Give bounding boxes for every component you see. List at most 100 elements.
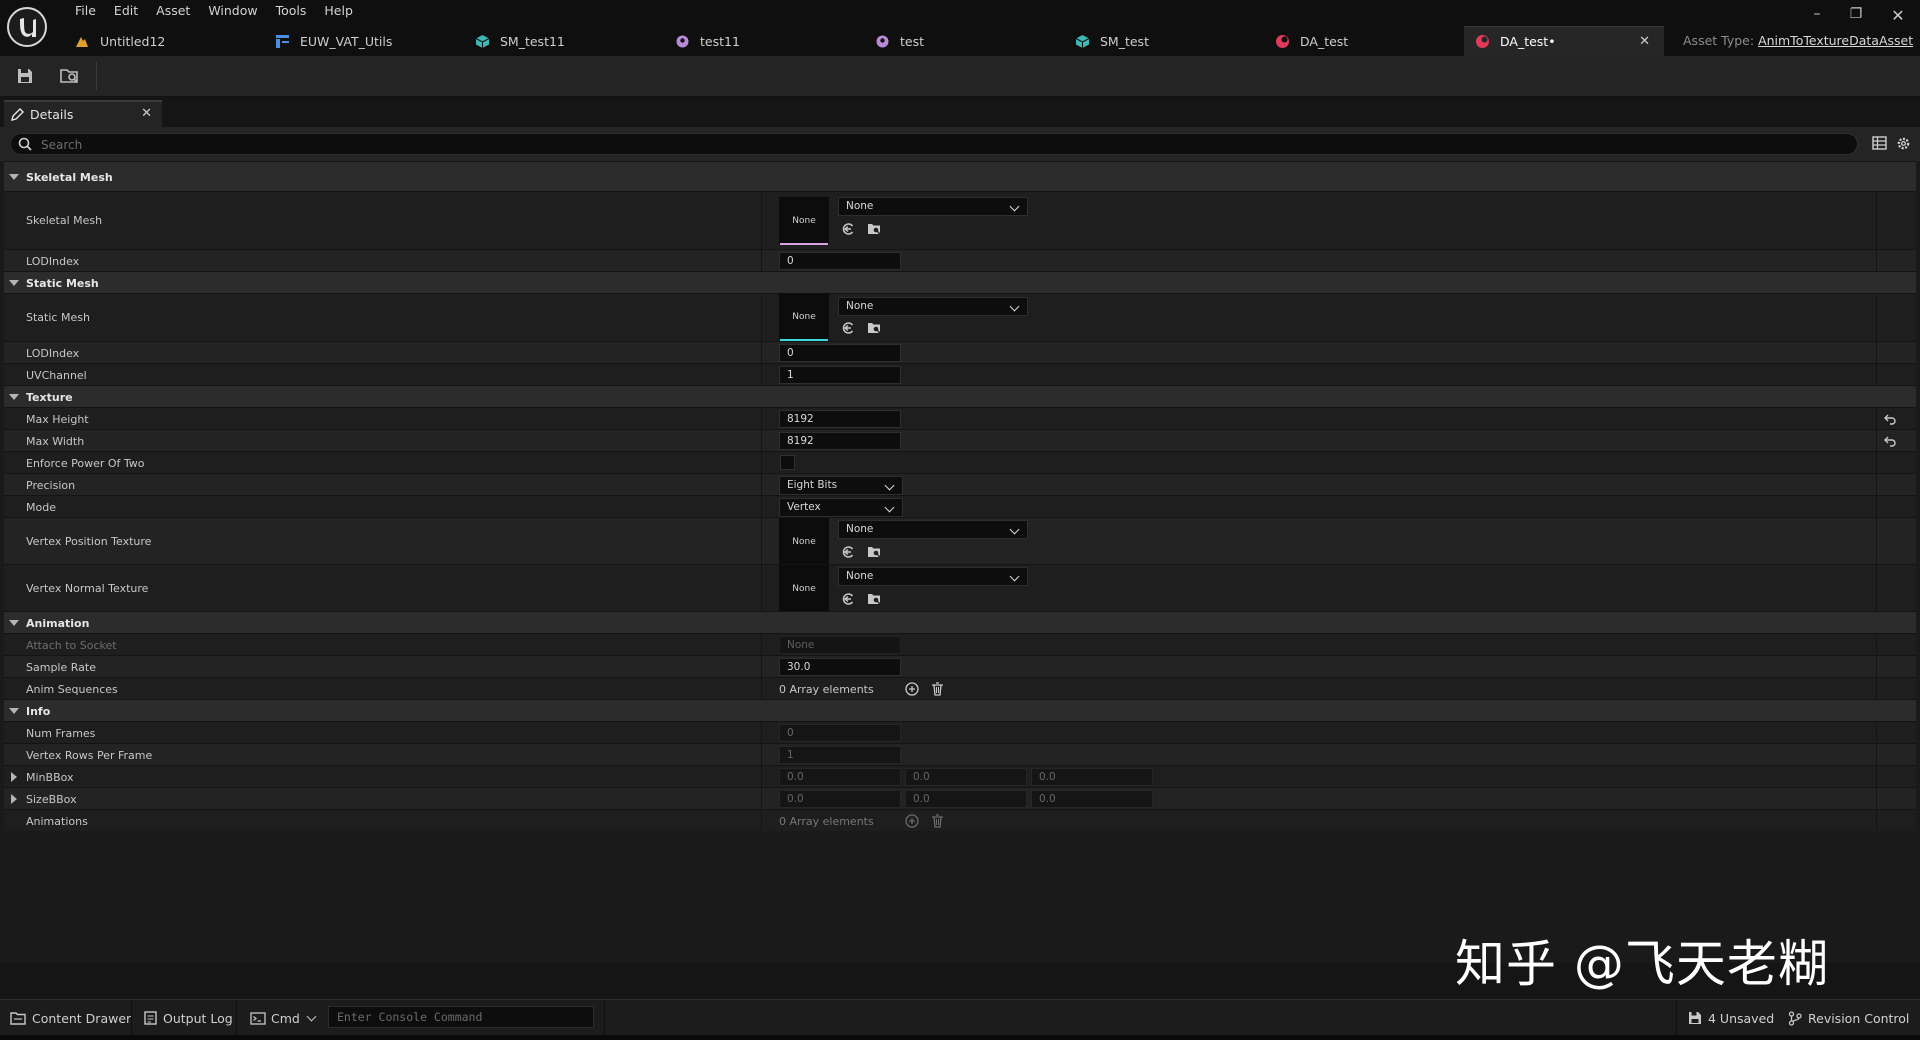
prop-label: Max Height [26,413,89,426]
category-static-mesh[interactable]: Static Mesh [4,271,1916,293]
collapse-arrow-icon[interactable] [9,174,19,180]
status-divider [1676,1000,1677,1036]
prop-row-skeletal-mesh: Skeletal Mesh None None [4,191,1916,249]
use-selected-icon[interactable] [840,591,856,607]
prop-label: Attach to Socket [26,639,117,652]
column-divider [1876,810,1877,831]
tab-euw-vat-utils[interactable]: EUW_VAT_Utils [264,26,464,56]
precision-value: Eight Bits [787,479,838,491]
title-bar: File Edit Asset Window Tools Help Untitl… [0,0,1920,56]
menu-help[interactable]: Help [315,0,362,24]
asset-picker-value: None [846,570,874,582]
reset-to-default-icon[interactable] [1884,413,1897,428]
tab-da-test[interactable]: DA_test [1264,26,1464,56]
asset-picker-combo[interactable]: None [838,520,1028,539]
prop-row-max-width: Max Width 8192 [4,429,1916,451]
lod-index-field[interactable]: 0 [779,344,901,362]
precision-dropdown[interactable]: Eight Bits [779,476,903,495]
lod-index-field[interactable]: 0 [779,252,901,270]
uv-channel-field[interactable]: 1 [779,366,901,384]
tab-test11[interactable]: test11 [664,26,864,56]
close-window-icon[interactable]: ✕ [1887,6,1909,26]
unsaved-label: 4 Unsaved [1708,1010,1775,1026]
asset-picker-combo[interactable]: None [838,197,1028,216]
details-tab[interactable]: Details ✕ [4,100,162,127]
prop-row-num-frames: Num Frames 0 [4,721,1916,743]
menu-asset[interactable]: Asset [147,0,199,24]
output-log-button[interactable]: Output Log [144,1000,233,1036]
asset-thumbnail[interactable]: None [779,293,829,341]
menu-tools[interactable]: Tools [267,0,316,24]
category-animation[interactable]: Animation [4,611,1916,633]
unreal-logo-icon[interactable] [6,6,48,48]
collapse-arrow-icon[interactable] [9,708,19,714]
tab-da-test-active[interactable]: DA_test• ✕ [1464,26,1664,56]
search-input[interactable] [39,136,1843,154]
menu-window[interactable]: Window [199,0,266,24]
expand-arrow-icon[interactable] [11,794,17,804]
category-skeletal-mesh[interactable]: Skeletal Mesh [4,161,1916,191]
tab-test[interactable]: test [864,26,1064,56]
collapse-arrow-icon[interactable] [9,280,19,286]
asset-picker-combo[interactable]: None [838,297,1028,316]
asset-picker-combo[interactable]: None [838,567,1028,586]
collapse-arrow-icon[interactable] [9,620,19,626]
collapse-arrow-icon[interactable] [9,394,19,400]
settings-gear-icon[interactable] [1896,136,1911,154]
details-pencil-icon [10,107,24,122]
asset-thumbnail[interactable]: None [779,565,829,613]
browse-asset-icon[interactable] [866,221,882,237]
unsaved-button[interactable]: 4 Unsaved [1688,1000,1774,1036]
asset-thumbnail[interactable]: None [779,518,829,566]
property-matrix-icon[interactable] [1872,136,1887,153]
category-info[interactable]: Info [4,699,1916,721]
prop-label: Sample Rate [26,661,96,674]
asset-type-link[interactable]: AnimToTextureDataAsset [1758,33,1913,48]
column-divider [761,678,762,699]
column-divider [761,656,762,677]
column-divider [1876,342,1877,363]
reset-to-default-icon[interactable] [1884,435,1897,450]
minimize-icon[interactable]: – [1806,6,1828,26]
revision-control-icon [1788,1010,1802,1026]
use-selected-icon[interactable] [840,221,856,237]
sample-rate-field[interactable]: 30.0 [779,658,901,676]
prop-label: Num Frames [26,727,96,740]
menu-file[interactable]: File [66,0,105,24]
save-icon[interactable] [13,65,37,87]
mode-dropdown[interactable]: Vertex [779,498,903,517]
tab-untitled12[interactable]: Untitled12 [64,26,264,56]
max-width-field[interactable]: 8192 [779,432,901,450]
close-details-icon[interactable]: ✕ [141,106,152,121]
browse-asset-icon[interactable] [866,591,882,607]
trash-icon[interactable] [929,681,945,697]
revision-control-button[interactable]: Revision Control [1788,1000,1909,1036]
max-height-field[interactable]: 8192 [779,410,901,428]
column-divider [761,788,762,809]
asset-type-color-bar [780,243,828,245]
column-divider [761,634,762,655]
enforce-power-of-two-checkbox[interactable] [780,455,795,470]
tab-sm-test[interactable]: SM_test [1064,26,1264,56]
browse-asset-icon[interactable] [866,544,882,560]
search-box [10,133,1858,155]
content-drawer-button[interactable]: Content Drawer [10,1000,131,1036]
expand-arrow-icon[interactable] [11,772,17,782]
restore-icon[interactable]: ❐ [1845,6,1867,26]
tab-sm-test11[interactable]: SM_test11 [464,26,664,56]
use-selected-icon[interactable] [840,544,856,560]
menu-edit[interactable]: Edit [105,0,147,24]
use-selected-icon[interactable] [840,320,856,336]
chevron-down-icon [1009,571,1020,582]
console-command-input[interactable] [328,1006,594,1028]
add-element-icon[interactable] [904,681,920,697]
asset-thumbnail[interactable]: None [779,197,829,245]
tab-label: SM_test11 [500,33,565,49]
prop-label: UVChannel [26,369,87,382]
cmd-dropdown[interactable]: Cmd [250,1000,317,1036]
browse-asset-icon[interactable] [866,320,882,336]
close-tab-icon[interactable]: ✕ [1639,34,1650,49]
prop-label: MinBBox [26,771,74,784]
category-texture[interactable]: Texture [4,385,1916,407]
browse-to-asset-icon[interactable] [58,65,82,87]
